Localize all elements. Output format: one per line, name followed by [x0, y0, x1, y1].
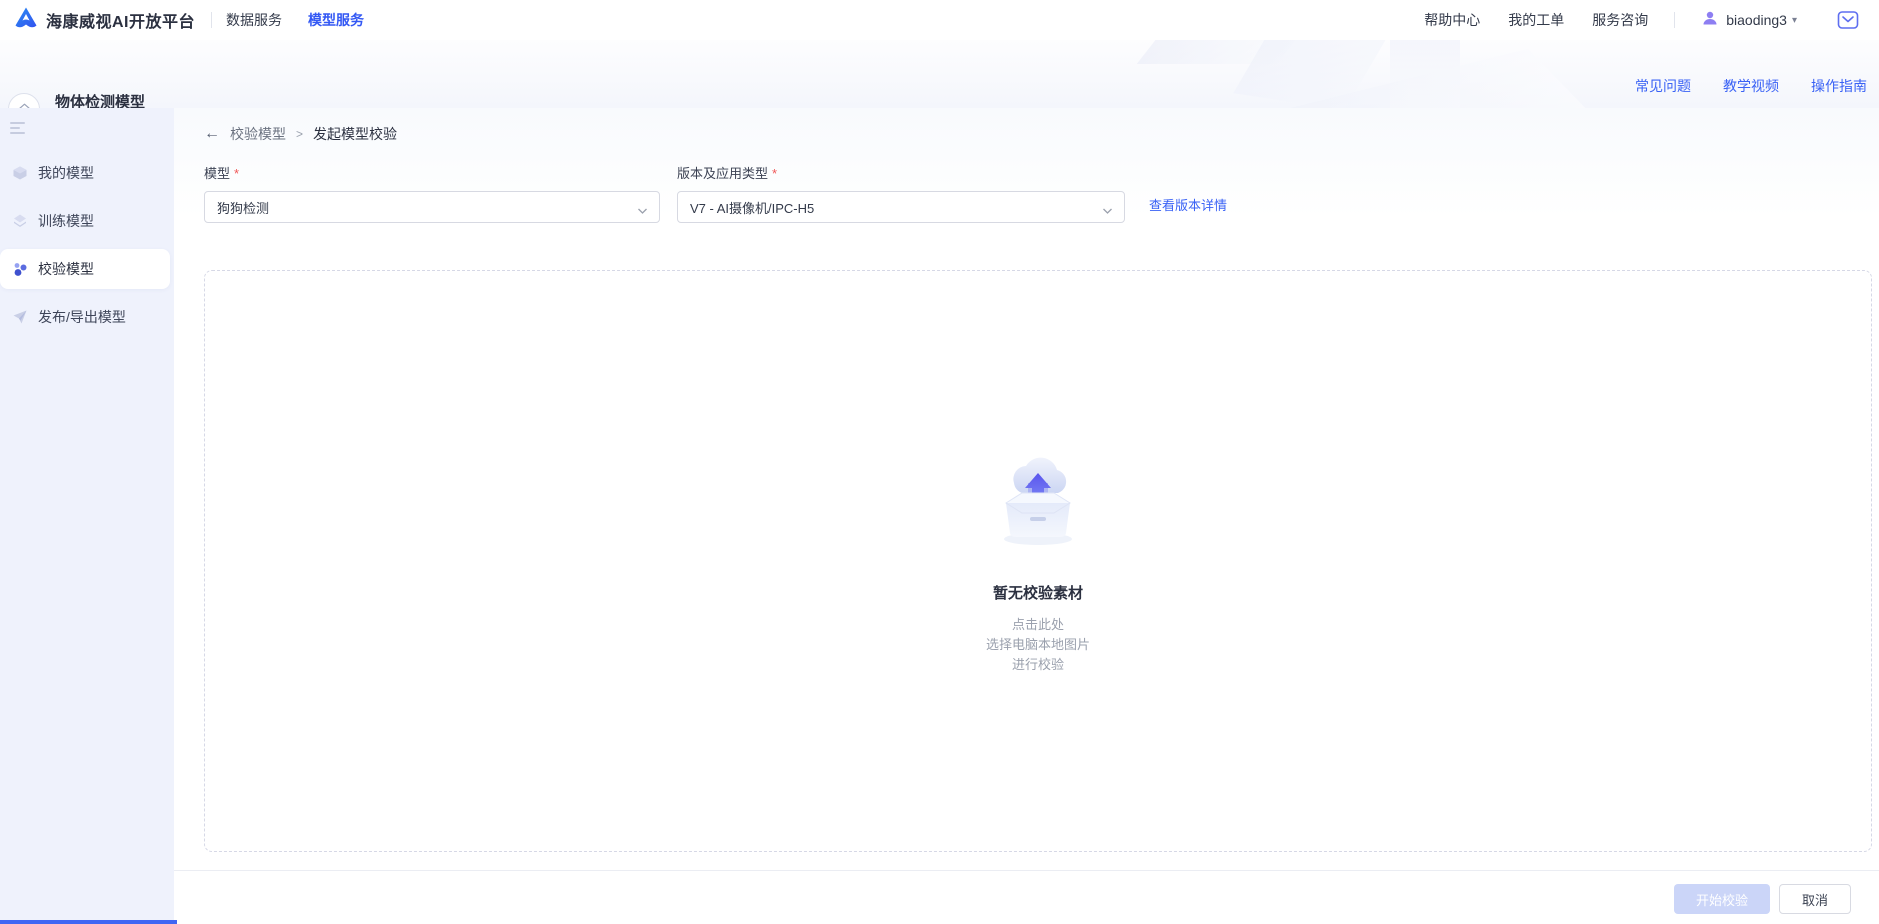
- version-select[interactable]: V7 - AI摄像机/IPC-H5: [677, 191, 1125, 223]
- sidebar-item-publish-export-model[interactable]: 发布/导出模型: [0, 297, 170, 337]
- sidebar-item-label: 发布/导出模型: [38, 307, 126, 327]
- header-illustration: [1233, 40, 1397, 108]
- version-select-value: V7 - AI摄像机/IPC-H5: [690, 198, 814, 217]
- page-title: 物体检测模型: [55, 91, 145, 108]
- upload-hint-line: 点击此处: [986, 615, 1090, 635]
- brand[interactable]: 海康威视AI开放平台: [14, 6, 195, 35]
- validation-form: 模型* 狗狗检测 版本及应用类型* V7 - AI摄像机/IPC-H5: [204, 163, 1125, 223]
- upload-dropzone[interactable]: 暂无校验素材 点击此处 选择电脑本地图片 进行校验: [204, 270, 1872, 852]
- link-faq[interactable]: 常见问题: [1635, 76, 1691, 96]
- cube-icon: [12, 165, 28, 181]
- nav-my-tickets[interactable]: 我的工单: [1508, 10, 1564, 30]
- link-tutorial-videos[interactable]: 教学视频: [1723, 76, 1779, 96]
- footer-divider: [174, 870, 1879, 871]
- nav-item-data-services[interactable]: 数据服务: [226, 10, 282, 30]
- home-icon: [17, 102, 32, 109]
- breadcrumb-separator: >: [296, 127, 303, 141]
- model-field-label: 模型*: [204, 163, 660, 182]
- top-navbar: 海康威视AI开放平台 数据服务 模型服务 帮助中心 我的工单 服务咨询 biao…: [0, 0, 1879, 40]
- upload-hint: 点击此处 选择电脑本地图片 进行校验: [986, 615, 1090, 675]
- sidebar-item-validate-model[interactable]: 校验模型: [0, 249, 170, 289]
- nav-item-model-services[interactable]: 模型服务: [308, 10, 364, 30]
- sidebar-item-label: 我的模型: [38, 163, 94, 183]
- sidebar-item-label: 训练模型: [38, 211, 94, 231]
- start-validation-button[interactable]: 开始校验: [1674, 884, 1770, 914]
- horizontal-scrollbar-thumb[interactable]: [0, 920, 177, 924]
- link-operation-guide[interactable]: 操作指南: [1811, 76, 1867, 96]
- header-illustration: [1137, 40, 1304, 64]
- sidebar-item-my-models[interactable]: 我的模型: [0, 153, 170, 193]
- cluster-dots-icon: [12, 261, 28, 277]
- paper-plane-icon: [12, 309, 28, 325]
- back-arrow-icon[interactable]: ←: [204, 125, 220, 143]
- user-menu[interactable]: biaoding3 ▾: [1701, 9, 1797, 32]
- brand-logo-icon: [14, 6, 38, 35]
- breadcrumb-prev[interactable]: 校验模型: [230, 124, 286, 144]
- nav-help-center[interactable]: 帮助中心: [1424, 10, 1480, 30]
- upload-hint-line: 选择电脑本地图片: [986, 635, 1090, 655]
- upload-hint-line: 进行校验: [986, 655, 1090, 675]
- home-button[interactable]: [8, 93, 40, 108]
- brand-name: 海康威视AI开放平台: [46, 8, 195, 32]
- main-content: ← 校验模型 > 发起模型校验 模型* 狗狗检测 版本及应用类型* V7 - A…: [174, 108, 1879, 924]
- version-field-label: 版本及应用类型*: [677, 163, 1125, 182]
- cancel-button[interactable]: 取消: [1779, 884, 1851, 914]
- avatar-icon: [1701, 9, 1719, 32]
- mail-button[interactable]: [1837, 10, 1859, 30]
- required-asterisk: *: [772, 166, 777, 181]
- chevron-down-icon: ▾: [1792, 15, 1797, 26]
- page-header: 物体检测模型 定制识别图片中每个目标的位置和类别。 常见问题 教学视频 操作指南: [0, 40, 1879, 108]
- version-detail-link[interactable]: 查看版本详情: [1149, 195, 1227, 214]
- sidebar-items: 我的模型 训练模型 校验模型 发布/导出模型: [0, 153, 174, 345]
- footer-actions: 开始校验 取消: [1674, 884, 1851, 914]
- navbar-right: 帮助中心 我的工单 服务咨询 biaoding3 ▾: [1396, 9, 1865, 32]
- chevron-down-icon: [637, 203, 648, 218]
- sidebar: 我的模型 训练模型 校验模型 发布/导出模型: [0, 108, 174, 924]
- chevron-down-icon: [1102, 203, 1113, 218]
- breadcrumb: ← 校验模型 > 发起模型校验: [204, 124, 397, 144]
- upload-empty-title: 暂无校验素材: [993, 582, 1083, 603]
- nav-divider: [211, 12, 212, 28]
- nav-service-consult[interactable]: 服务咨询: [1592, 10, 1648, 30]
- mail-icon: [1837, 10, 1859, 30]
- required-asterisk: *: [234, 166, 239, 181]
- model-select-value: 狗狗检测: [217, 198, 269, 217]
- header-illustration: [1390, 40, 1460, 108]
- breadcrumb-current: 发起模型校验: [313, 124, 397, 144]
- sidebar-collapse-button[interactable]: [10, 122, 28, 136]
- header-illustration: [1276, 49, 1625, 108]
- sidebar-item-label: 校验模型: [38, 259, 94, 279]
- upload-cloud-icon: [978, 447, 1098, 554]
- header-links: 常见问题 教学视频 操作指南: [1635, 76, 1867, 96]
- nav-divider: [1674, 12, 1675, 28]
- layers-icon: [12, 213, 28, 229]
- model-select[interactable]: 狗狗检测: [204, 191, 660, 223]
- sidebar-item-train-model[interactable]: 训练模型: [0, 201, 170, 241]
- username: biaoding3: [1726, 12, 1787, 28]
